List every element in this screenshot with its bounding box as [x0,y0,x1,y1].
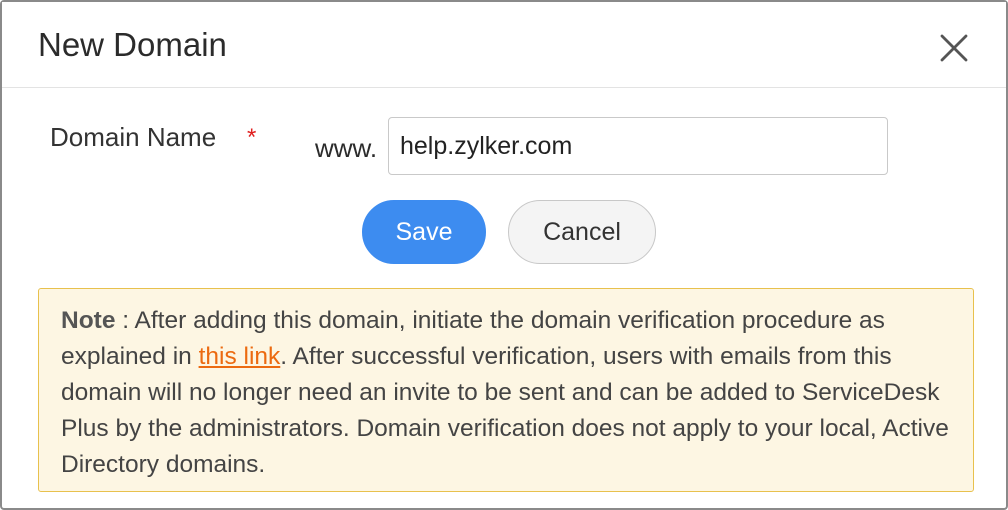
close-icon[interactable] [934,28,974,68]
note-separator: : [115,307,135,334]
domain-name-input[interactable] [388,117,888,175]
dialog-header: New Domain [2,2,1006,88]
dialog-title: New Domain [38,26,227,63]
new-domain-dialog: New Domain Domain Name * www. Save Cance… [0,0,1008,510]
note-heading: Note [61,307,116,334]
verification-link[interactable]: this link [199,343,281,370]
domain-name-label: Domain Name [50,122,217,152]
save-button[interactable]: Save [362,200,486,264]
domain-prefix: www. [315,133,378,163]
note-box: Note : After adding this domain, initiat… [38,288,974,492]
cancel-button[interactable]: Cancel [508,200,656,264]
required-marker: * [247,124,257,151]
